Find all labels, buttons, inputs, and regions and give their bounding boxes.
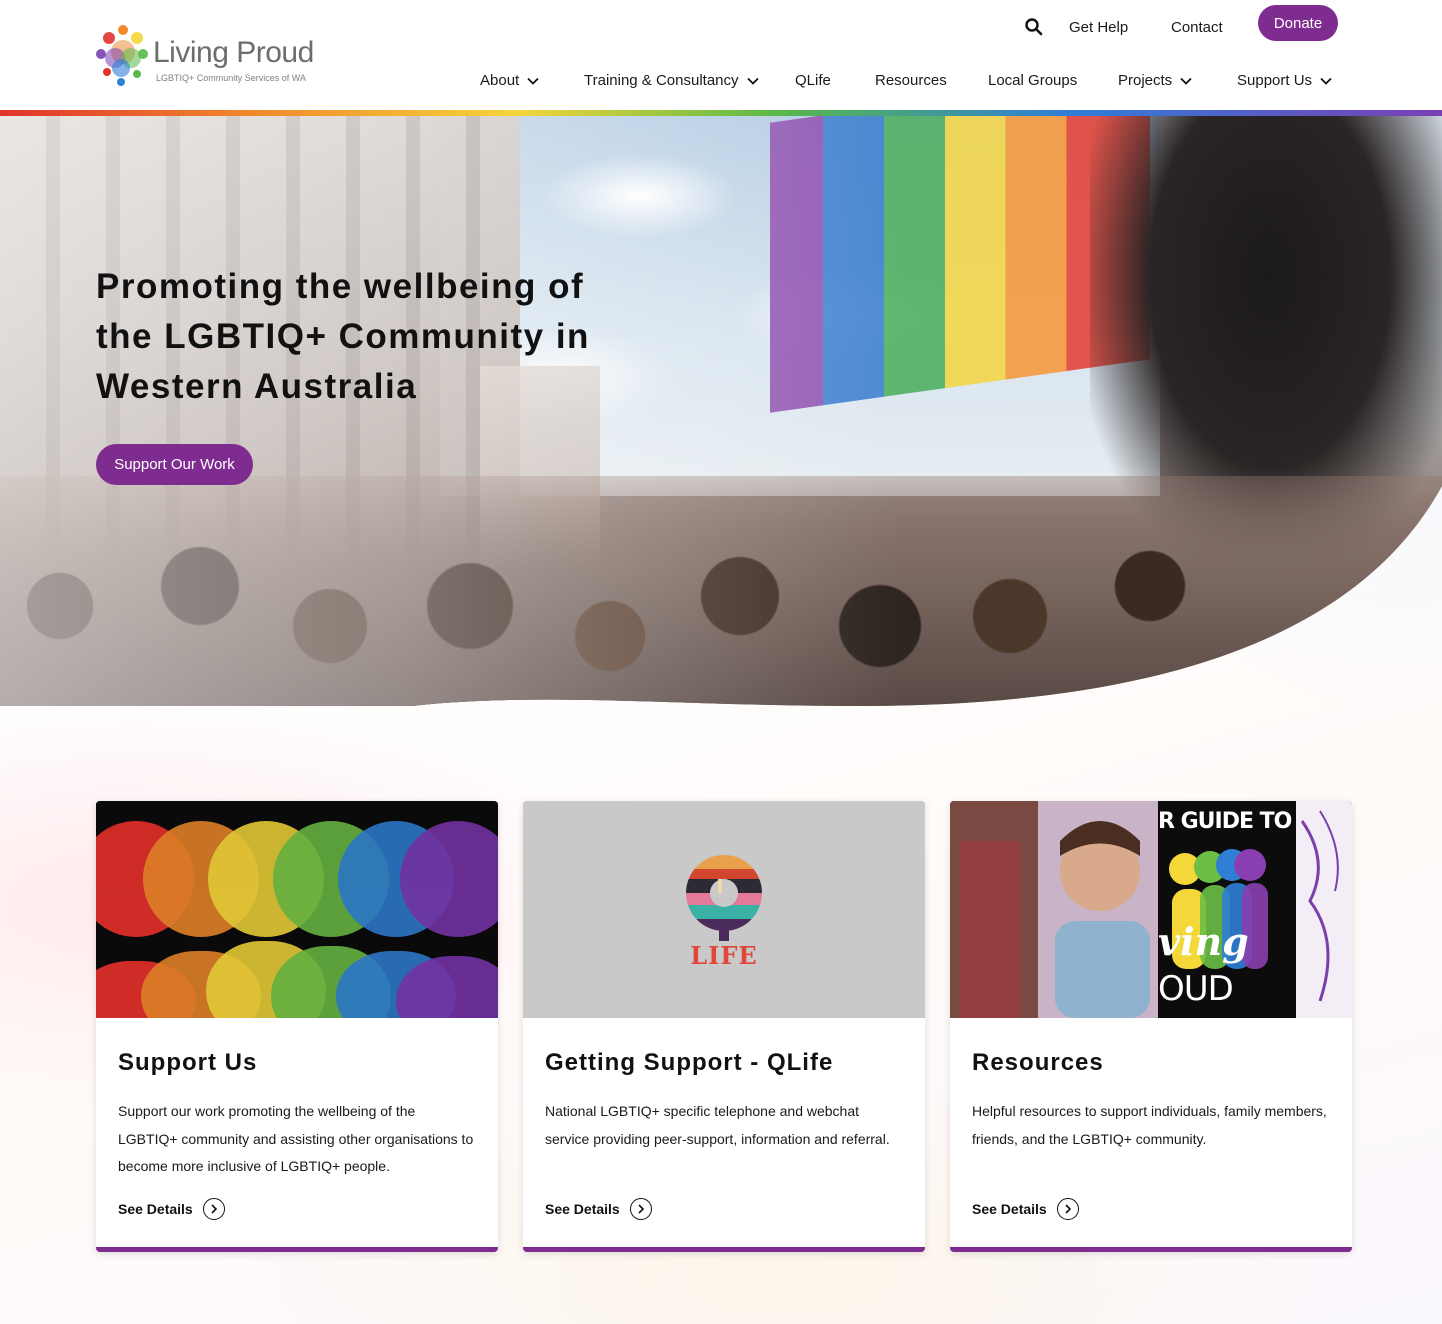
see-details-label: See Details: [545, 1201, 620, 1217]
nav-item-qlife[interactable]: QLife: [795, 72, 831, 89]
rainbow-divider: [0, 110, 1442, 116]
hero-title-line: Western Australia: [96, 367, 418, 406]
chevron-down-icon: [1320, 77, 1332, 85]
see-details-link[interactable]: See Details: [545, 1197, 652, 1221]
resources-image-script: ving: [1158, 919, 1249, 964]
nav-item-label: Projects: [1118, 72, 1173, 89]
see-details-label: See Details: [118, 1201, 193, 1217]
nav-item-label: Resources: [875, 72, 947, 89]
card-description: Support our work promoting the wellbeing…: [118, 1103, 474, 1174]
nav-item-label: Local Groups: [988, 72, 1078, 89]
card-title: Getting Support - QLife: [545, 1049, 834, 1076]
nav-item-local-groups[interactable]: Local Groups: [988, 72, 1077, 89]
search-icon[interactable]: [1024, 17, 1044, 37]
chevron-right-icon: [202, 1198, 225, 1220]
site-logo[interactable]: Living Proud LGBTIQ+ Community Services …: [95, 24, 315, 86]
logo-mark-icon: [96, 25, 148, 86]
hero-title-line: the: [96, 317, 165, 356]
chevron-down-icon: [746, 77, 759, 85]
resources-image-text: R GUIDE TO: [1158, 809, 1292, 834]
see-details-label: See Details: [972, 1201, 1047, 1217]
see-details-link[interactable]: See Details: [118, 1197, 225, 1221]
hero-title: Promoting the wellbeing of the LGBTIQ+ C…: [96, 262, 616, 412]
card-support-us: Support Us Support our work promoting th…: [96, 801, 498, 1252]
card-description: National LGBTIQ+ specific telephone and …: [545, 1103, 890, 1147]
qlife-logo-text: LIFE: [690, 941, 758, 970]
contact-link[interactable]: Contact: [1171, 19, 1223, 36]
nav-item-resources[interactable]: Resources: [875, 72, 947, 89]
nav-item-label: Training & Consultancy: [584, 72, 739, 89]
nav-item-training[interactable]: Training & Consultancy: [584, 72, 759, 89]
chevron-right-icon: [629, 1198, 652, 1220]
card-image: LIFE: [523, 801, 925, 1018]
card-title: Resources: [972, 1049, 1104, 1076]
qlife-logo-image: [523, 801, 925, 1018]
resources-image-text: OUD: [1158, 969, 1234, 1009]
site-header: Living Proud LGBTIQ+ Community Services …: [0, 0, 1442, 110]
chevron-down-icon: [1180, 77, 1192, 85]
hero-title-line: in: [544, 317, 590, 356]
card-resources: R GUIDE TO ving OUD Resources Helpful re…: [950, 801, 1352, 1252]
rainbow-circles-image: [96, 801, 498, 1018]
hero-title-line: Promoting the wellbeing of: [96, 267, 585, 306]
card-image: R GUIDE TO ving OUD: [950, 801, 1352, 1018]
chevron-right-icon: [1056, 1198, 1079, 1220]
card-description: Helpful resources to support individuals…: [972, 1103, 1327, 1147]
logo-name: Living Proud: [153, 36, 314, 69]
nav-item-label: Support Us: [1237, 72, 1313, 89]
donate-button[interactable]: Donate: [1258, 5, 1338, 41]
card-getting-support-qlife: LIFE Getting Support - QLife National LG…: [523, 801, 925, 1252]
card-image: [96, 801, 498, 1018]
nav-item-label: About: [480, 72, 520, 89]
nav-item-about[interactable]: About: [480, 72, 539, 89]
chevron-down-icon: [527, 77, 539, 85]
nav-item-label: QLife: [795, 72, 831, 89]
see-details-link[interactable]: See Details: [972, 1197, 1079, 1221]
nav-item-projects[interactable]: Projects: [1118, 72, 1192, 89]
nav-item-support-us[interactable]: Support Us: [1237, 72, 1332, 89]
logo-tagline: LGBTIQ+ Community Services of WA: [156, 73, 306, 83]
card-title: Support Us: [118, 1049, 258, 1076]
hero-title-emphasis: LGBTIQ+ Community: [164, 317, 545, 356]
get-help-link[interactable]: Get Help: [1069, 19, 1128, 36]
support-our-work-button[interactable]: Support Our Work: [96, 444, 253, 485]
